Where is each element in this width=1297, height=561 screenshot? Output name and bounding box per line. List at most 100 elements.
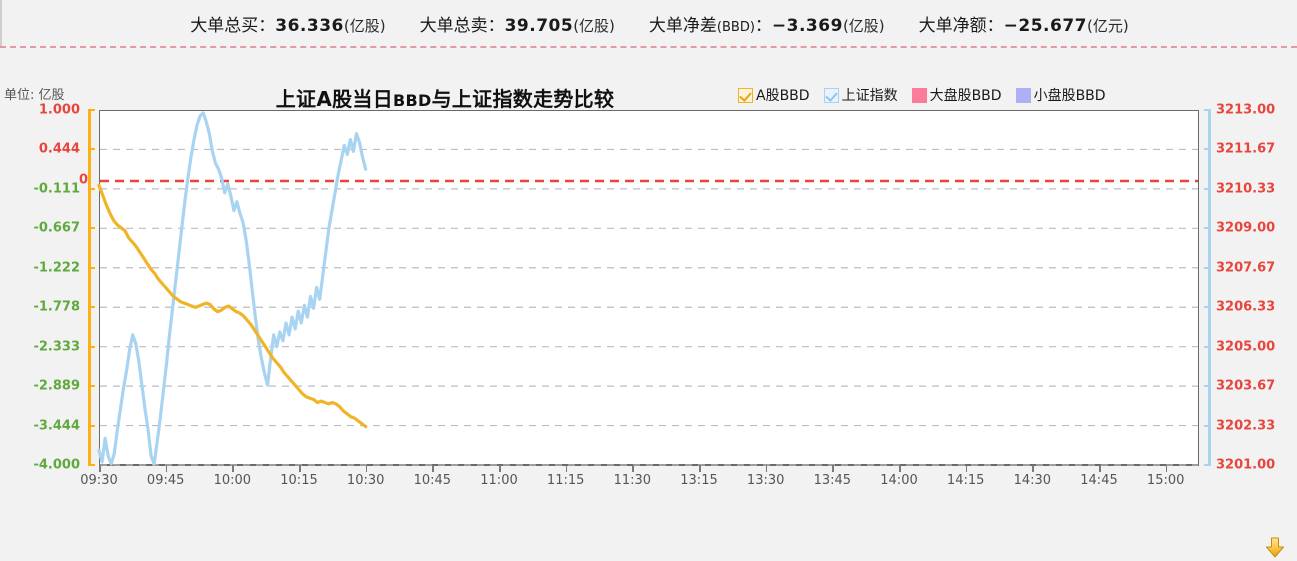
y-axis-right-tick: 3209.00: [1216, 220, 1276, 236]
stat-unit: (亿股): [573, 17, 615, 35]
y-axis-left-tick-mark: [88, 464, 95, 466]
x-axis-tick-label: 11:30: [613, 473, 652, 488]
x-axis-tick-mark: [165, 465, 168, 472]
x-axis-tick-mark: [299, 465, 301, 472]
x-axis-tick-mark: [232, 465, 234, 472]
y-axis-right-tick: 3213.00: [1216, 102, 1276, 118]
x-axis-tick-mark: [99, 465, 101, 472]
stat-colon: ：: [754, 16, 772, 36]
x-axis-tick-label: 15:00: [1146, 473, 1185, 488]
x-axis-tick-label: 14:00: [880, 473, 918, 488]
stat-label: 大单净额：: [918, 16, 1004, 36]
y-axis-left-tick-mark: [88, 345, 95, 348]
header-divider: [0, 46, 1297, 48]
x-axis-tick-label: 14:15: [946, 473, 985, 488]
x-axis-tick-label: 14:30: [1013, 473, 1052, 488]
x-axis-tick-mark: [765, 465, 768, 472]
stat-label: 大单总买：: [190, 16, 276, 36]
y-axis-left-tick-mark: [88, 148, 95, 151]
y-axis-right-tick-mark: [1204, 345, 1211, 348]
x-axis-tick-label: 13:15: [680, 473, 718, 488]
stats-row: 大单总买：36.336(亿股) 大单总卖：39.705(亿股) 大单净差(BBD)：…: [2, 0, 1297, 47]
x-axis-tick-label: 10:30: [346, 473, 385, 488]
y-axis-left-tick-mark: [88, 109, 95, 111]
y-axis-left-tick: 1.000: [38, 102, 80, 118]
arrow-down-icon: [1266, 537, 1284, 558]
x-axis-tick-mark: [1099, 465, 1101, 472]
stat-net-amount: 大单净额：−25.677(亿元): [919, 11, 1129, 36]
y-axis-left-tick-mark: [88, 266, 95, 269]
y-axis-left-tick: -1.222: [33, 260, 80, 276]
y-axis-left-tick-mark: [88, 187, 95, 190]
y-axis-left-tick-mark: [88, 306, 95, 309]
x-axis-tick-label: 13:30: [746, 473, 785, 488]
app-root: 大单总买：36.336(亿股) 大单总卖：39.705(亿股) 大单净差(BBD)：…: [0, 0, 1297, 558]
y-axis-left-tick-mark: [88, 424, 95, 427]
x-axis-tick-mark: [565, 465, 568, 472]
y-axis-right-tick-mark: [1204, 464, 1211, 466]
stat-sublabel: (BBD): [716, 20, 755, 35]
y-axis-left-tick-mark: [88, 385, 95, 388]
y-axis-right-tick: 3201.00: [1216, 457, 1276, 473]
x-axis-line: [99, 464, 1199, 466]
stat-value: 39.705: [504, 16, 574, 36]
x-axis-tick-label: 10:15: [280, 473, 318, 488]
stat-unit: (亿股): [343, 17, 386, 35]
x-axis-tick-mark: [632, 465, 634, 472]
y-axis-left-tick: -2.889: [33, 378, 80, 394]
stat-label: 大单净差: [648, 16, 717, 36]
x-axis-tick-label: 10:00: [213, 473, 252, 488]
y-axis-left-tick: -0.111: [33, 181, 80, 197]
x-axis-tick-mark: [699, 465, 701, 472]
x-axis-tick-mark: [499, 465, 501, 472]
y-axis-right-tick-mark: [1204, 227, 1211, 230]
scroll-down-button[interactable]: [1262, 535, 1288, 561]
x-axis-tick-label: 11:00: [480, 473, 518, 488]
y-axis-right-tick-mark: [1204, 187, 1211, 190]
stat-total-buy: 大单总买：36.336(亿股): [190, 11, 385, 36]
y-axis-right-tick-mark: [1204, 148, 1211, 151]
y-axis-right-tick-mark: [1204, 266, 1211, 269]
zero-marker-label: 0: [79, 172, 89, 188]
y-axis-left-tick: -3.444: [33, 418, 80, 434]
y-axis-right-tick-mark: [1204, 424, 1211, 427]
right-axis-line: [1208, 110, 1211, 465]
x-axis-tick-label: 13:45: [813, 473, 852, 488]
y-axis-left-tick: 0.444: [38, 141, 80, 157]
left-axis-line: [88, 110, 91, 465]
x-axis-tick-mark: [965, 465, 968, 472]
x-axis-tick-label: 09:45: [146, 473, 185, 488]
plot-box: [99, 110, 1199, 465]
stat-total-sell: 大单总卖：39.705(亿股): [420, 11, 615, 36]
x-axis-tick-label: 14:45: [1080, 473, 1118, 488]
x-axis-tick-mark: [899, 465, 901, 472]
stat-unit: (亿元): [1087, 17, 1129, 35]
y-axis-left-tick: -1.778: [33, 299, 80, 315]
stat-label: 大单总卖：: [419, 16, 505, 36]
y-axis-right-tick-mark: [1204, 306, 1211, 309]
stat-value: −25.677: [1003, 16, 1088, 36]
y-axis-right-tick: 3210.33: [1216, 181, 1276, 197]
y-axis-right-tick-mark: [1204, 385, 1211, 388]
y-axis-left-tick-mark: [88, 227, 95, 230]
x-axis-tick-mark: [1165, 465, 1168, 472]
y-axis-right-tick: 3202.33: [1216, 418, 1276, 434]
stat-value: 36.336: [275, 16, 344, 36]
chart-area: 单位: 亿股 上证A股当日BBD与上证指数走势比较 A股BBD 上证指数 大盘股BB…: [0, 49, 1297, 558]
x-axis-tick-mark: [432, 465, 434, 472]
y-axis-right-tick: 3206.33: [1216, 299, 1276, 315]
stat-unit: (亿股): [842, 17, 885, 35]
x-axis-tick-mark: [365, 465, 368, 472]
y-axis-right-tick: 3211.67: [1216, 141, 1276, 157]
y-axis-right-tick: 3203.67: [1216, 378, 1276, 394]
stat-net-diff: 大单净差(BBD)：−3.369(亿股): [649, 11, 885, 36]
y-axis-right-tick: 3207.67: [1216, 260, 1276, 276]
x-axis-tick-label: 09:30: [80, 473, 118, 488]
y-axis-right-tick: 3205.00: [1216, 339, 1276, 355]
y-axis-right-tick-mark: [1204, 109, 1211, 111]
plot-wrapper: 1.000 0.444 -0.111 -0.667 -1.222 -1.778 -2.333…: [0, 49, 1297, 519]
y-axis-left-tick: -2.333: [33, 339, 80, 355]
x-axis-tick-label: 10:45: [413, 473, 452, 488]
y-axis-left-tick: -0.667: [33, 220, 80, 236]
x-axis-tick-label: 11:15: [546, 473, 585, 488]
